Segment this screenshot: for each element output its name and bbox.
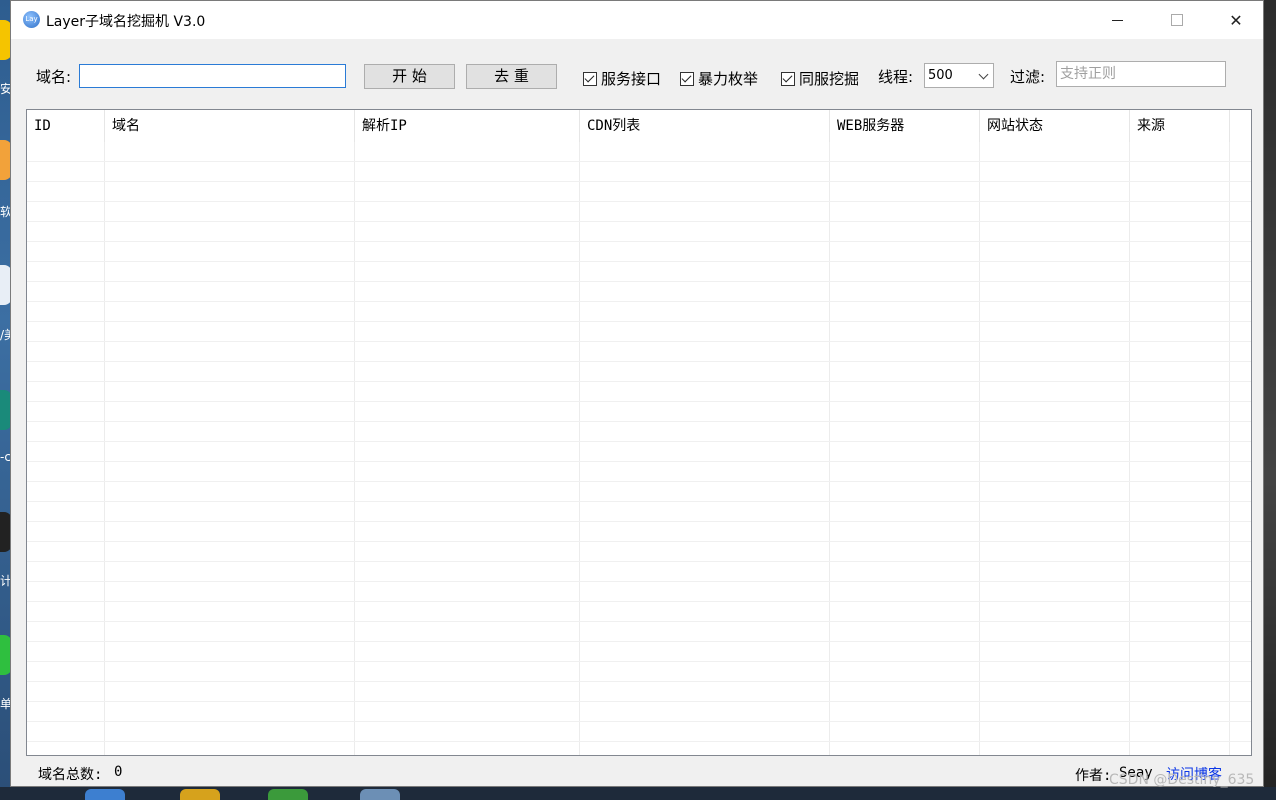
table-row[interactable] xyxy=(27,142,1251,162)
table-row[interactable] xyxy=(27,662,1251,682)
checkbox-checked-icon xyxy=(583,71,597,86)
table-header: ID 域名 解析IP CDN列表 WEB服务器 网站状态 来源 xyxy=(27,110,1251,142)
table-row[interactable] xyxy=(27,502,1251,522)
checkbox-brute-force[interactable]: 暴力枚举 xyxy=(680,68,758,89)
column-header-resolved-ip[interactable]: 解析IP xyxy=(355,110,580,142)
dedupe-button[interactable]: 去 重 xyxy=(466,64,557,89)
column-header-site-status[interactable]: 网站状态 xyxy=(980,110,1130,142)
total-count-value: 0 xyxy=(114,764,123,780)
table-row[interactable] xyxy=(27,402,1251,422)
checkbox-checked-icon xyxy=(680,71,694,86)
domain-input[interactable] xyxy=(79,64,346,88)
table-row[interactable] xyxy=(27,242,1251,262)
app-window: Lay Layer子域名挖掘机 V3.0 ✕ 域名: 开 始 去 重 服务接口 … xyxy=(10,0,1264,787)
filter-label: 过滤: xyxy=(1010,68,1046,86)
checkbox-checked-icon xyxy=(781,71,795,86)
table-row[interactable] xyxy=(27,462,1251,482)
taskbar-app-icon[interactable] xyxy=(85,789,125,800)
table-row[interactable] xyxy=(27,702,1251,722)
table-row[interactable] xyxy=(27,282,1251,302)
table-row[interactable] xyxy=(27,302,1251,322)
checkbox-same-server[interactable]: 同服挖掘 xyxy=(781,68,859,89)
column-header-source[interactable]: 来源 xyxy=(1130,110,1230,142)
table-row[interactable] xyxy=(27,202,1251,222)
total-count-label: 域名总数: xyxy=(38,767,103,783)
table-row[interactable] xyxy=(27,362,1251,382)
threads-label: 线程: xyxy=(878,68,914,86)
results-table[interactable]: ID 域名 解析IP CDN列表 WEB服务器 网站状态 来源 xyxy=(26,109,1252,756)
chevron-down-icon xyxy=(978,69,989,80)
threads-select[interactable]: 500 xyxy=(924,63,994,88)
table-row[interactable] xyxy=(27,542,1251,562)
table-row[interactable] xyxy=(27,622,1251,642)
column-header-id[interactable]: ID xyxy=(27,110,105,142)
table-row[interactable] xyxy=(27,262,1251,282)
table-row[interactable] xyxy=(27,342,1251,362)
minimize-button[interactable] xyxy=(1088,1,1146,39)
table-row[interactable] xyxy=(27,162,1251,182)
maximize-button[interactable] xyxy=(1148,1,1206,39)
column-header-domain[interactable]: 域名 xyxy=(105,110,355,142)
checkbox-label: 服务接口 xyxy=(601,70,662,88)
close-button[interactable]: ✕ xyxy=(1207,1,1265,39)
start-button[interactable]: 开 始 xyxy=(364,64,455,89)
column-header-web-server[interactable]: WEB服务器 xyxy=(830,110,980,142)
table-row[interactable] xyxy=(27,422,1251,442)
table-row[interactable] xyxy=(27,182,1251,202)
threads-value: 500 xyxy=(928,68,953,83)
taskbar-app-icon[interactable] xyxy=(180,789,220,800)
taskbar-app-icon[interactable] xyxy=(268,789,308,800)
filter-input[interactable] xyxy=(1056,61,1226,87)
checkbox-label: 暴力枚举 xyxy=(698,70,759,88)
app-logo-icon: Lay xyxy=(23,11,40,28)
table-row[interactable] xyxy=(27,222,1251,242)
table-row[interactable] xyxy=(27,742,1251,755)
author-label: 作者: xyxy=(1075,768,1112,784)
table-row[interactable] xyxy=(27,582,1251,602)
table-body xyxy=(27,142,1251,755)
desktop-right-strip xyxy=(1262,0,1276,800)
table-row[interactable] xyxy=(27,442,1251,462)
table-row[interactable] xyxy=(27,522,1251,542)
table-row[interactable] xyxy=(27,642,1251,662)
table-row[interactable] xyxy=(27,322,1251,342)
window-title: Layer子域名挖掘机 V3.0 xyxy=(46,14,206,30)
taskbar-app-icon[interactable] xyxy=(360,789,400,800)
table-row[interactable] xyxy=(27,602,1251,622)
table-row[interactable] xyxy=(27,722,1251,742)
table-row[interactable] xyxy=(27,682,1251,702)
table-row[interactable] xyxy=(27,482,1251,502)
column-header-cdn[interactable]: CDN列表 xyxy=(580,110,830,142)
checkbox-label: 同服挖掘 xyxy=(799,70,860,88)
table-row[interactable] xyxy=(27,562,1251,582)
table-row[interactable] xyxy=(27,382,1251,402)
checkbox-service-api[interactable]: 服务接口 xyxy=(583,68,661,89)
domain-label: 域名: xyxy=(36,68,72,86)
title-bar[interactable]: Lay Layer子域名挖掘机 V3.0 ✕ xyxy=(11,1,1263,39)
csdn-watermark: CSDN @Destiny_635 xyxy=(1109,772,1255,788)
